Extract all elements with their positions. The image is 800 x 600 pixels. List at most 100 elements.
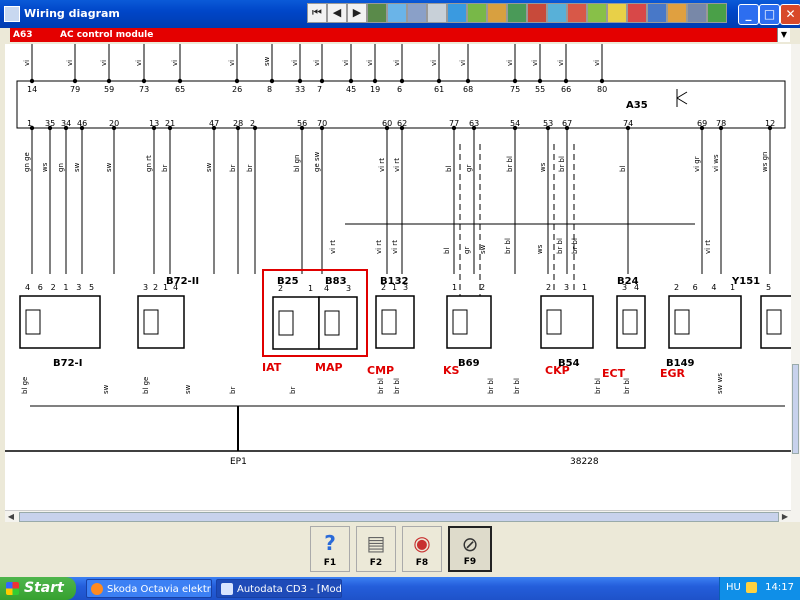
car-icon[interactable] xyxy=(387,3,407,23)
taskbar-item-label: Autodata CD3 - [Mod... xyxy=(237,584,342,595)
component-pin-number: 6 xyxy=(693,283,698,292)
first-page-button[interactable]: ⏮ xyxy=(307,3,327,23)
exit-icon[interactable] xyxy=(687,3,707,23)
component-id: B132 xyxy=(380,276,409,287)
scroll-thumb[interactable] xyxy=(19,512,779,522)
bottom-wire-color: br xyxy=(246,165,254,172)
top-pin-number: 45 xyxy=(346,85,356,94)
maximize-button[interactable]: □ xyxy=(759,4,780,25)
ground-ref: 38228 xyxy=(570,457,599,467)
component-box-b54 xyxy=(540,295,594,349)
module-selector[interactable]: A63 AC control module ▼ xyxy=(10,28,790,42)
taskbar-item-browser[interactable]: Skoda Octavia elektr... xyxy=(86,579,212,598)
timing-belt-icon[interactable] xyxy=(467,3,487,23)
sensor-label: CKP xyxy=(545,364,570,377)
component-pin-number: 5 xyxy=(766,283,771,292)
next-page-button[interactable]: ▶ xyxy=(347,3,367,23)
window-titlebar[interactable]: Wiring diagram ⏮ ◀ ▶ _ □ ✕ xyxy=(0,0,800,28)
bottom-wire-color: br xyxy=(161,165,169,172)
magnify-icon: ◉ xyxy=(413,531,431,555)
top-pin-dot xyxy=(599,78,605,84)
top-pin-number: 7 xyxy=(317,85,322,94)
top-wire-color: vi xyxy=(593,60,601,66)
lower-wire-color: br bl xyxy=(594,378,602,394)
component-pin-number: 2 xyxy=(153,283,158,292)
aircon-icon[interactable] xyxy=(547,3,567,23)
language-indicator[interactable]: HU xyxy=(726,582,741,593)
f9-probe-button[interactable]: ⊘ F9 xyxy=(448,526,492,572)
taskbar-item-autodata[interactable]: Autodata CD3 - [Mod... xyxy=(216,579,342,598)
mid-wire-color: gr xyxy=(463,247,471,254)
top-pin-number: 14 xyxy=(27,85,37,94)
mid-wire-color: br bl xyxy=(556,238,564,254)
system-tray: HU 14:17 xyxy=(719,577,800,600)
warning-icon[interactable] xyxy=(607,3,627,23)
component-pin-number: 6 xyxy=(38,283,43,292)
f2-label: F2 xyxy=(369,558,383,568)
chevron-down-icon[interactable]: ▼ xyxy=(777,28,790,42)
f1-help-button[interactable]: ? F1 xyxy=(310,526,350,572)
top-pin-number: 65 xyxy=(175,85,185,94)
app-icon xyxy=(4,6,20,22)
printer-icon: ▤ xyxy=(366,531,386,555)
start-button[interactable]: Start xyxy=(0,577,76,600)
clock: 14:17 xyxy=(765,582,794,593)
document-icon[interactable] xyxy=(367,3,387,23)
vertical-scrollbar[interactable] xyxy=(791,44,800,522)
f1-label: F1 xyxy=(323,558,337,568)
top-wire-color: vi xyxy=(66,60,74,66)
minimize-button[interactable]: _ xyxy=(738,4,759,25)
wiring-diagram-canvas: 14vi79vi59vi73vi65vi26vi8sw33vi7vi45vi19… xyxy=(5,44,791,467)
vehicle-icon[interactable] xyxy=(707,3,727,23)
wrench-icon[interactable] xyxy=(447,3,467,23)
rocket-icon[interactable] xyxy=(667,3,687,23)
battery-icon[interactable] xyxy=(527,3,547,23)
gear-icon[interactable] xyxy=(427,3,447,23)
f2-print-button[interactable]: ▤ F2 xyxy=(356,526,396,572)
engine-icon[interactable] xyxy=(407,3,427,23)
component-pin-number: 2 xyxy=(51,283,56,292)
top-pin-dot xyxy=(29,78,35,84)
bottom-wire-color: gr xyxy=(465,165,473,172)
service-icon[interactable] xyxy=(487,3,507,23)
component-id: B69 xyxy=(458,358,480,369)
bottom-wire-color: br bl xyxy=(558,156,566,172)
top-pin-number: 8 xyxy=(267,85,272,94)
top-pin-number: 73 xyxy=(139,85,149,94)
wiring-diagram[interactable]: 14 vi 79 vi 59 vi 73 vi 65 vi 26 vi 8 sw 33 vi 7 vi 45 vi 19… xyxy=(5,44,791,510)
lower-wire-color: br xyxy=(229,387,237,394)
component-pin-number: 3 xyxy=(564,283,569,292)
function-key-bar: ? F1 ▤ F2 ◉ F8 ⊘ F9 xyxy=(0,522,800,577)
brake-icon[interactable] xyxy=(507,3,527,23)
top-wire-color: vi xyxy=(313,60,321,66)
tyre-icon[interactable] xyxy=(647,3,667,23)
top-pin-dot xyxy=(141,78,147,84)
vertical-scroll-thumb[interactable] xyxy=(792,364,799,454)
sensor-label: EGR xyxy=(660,367,686,380)
top-wire-color: vi xyxy=(506,60,514,66)
diagnostics-icon[interactable] xyxy=(587,3,607,23)
tray-icon[interactable] xyxy=(746,582,757,593)
component-box-b24 xyxy=(616,295,646,349)
mid-wire-color: br bl xyxy=(571,238,579,254)
bottom-wire-color: ws gn xyxy=(761,152,769,172)
bottom-wire-color: vi rt xyxy=(378,158,386,172)
prev-page-button[interactable]: ◀ xyxy=(327,3,347,23)
probe-icon: ⊘ xyxy=(461,532,479,556)
key-icon[interactable] xyxy=(627,3,647,23)
sensor-label: KS xyxy=(443,364,460,377)
top-pin-dot xyxy=(319,78,325,84)
sensor-label: CMP xyxy=(367,364,394,377)
component-box-b72-ii xyxy=(137,295,185,349)
browser-icon xyxy=(91,583,103,595)
taskbar-item-label: Skoda Octavia elektr... xyxy=(107,584,212,595)
f8-zoom-button[interactable]: ◉ F8 xyxy=(402,526,442,572)
component-id: B83 xyxy=(325,276,347,287)
bottom-wire-color: sw xyxy=(205,162,213,172)
close-button[interactable]: ✕ xyxy=(780,4,800,25)
component-pin-number: 3 xyxy=(143,283,148,292)
bottom-wire-color: gn ge xyxy=(23,152,31,172)
top-pin-dot xyxy=(399,78,405,84)
airbag-icon[interactable] xyxy=(567,3,587,23)
lower-wire-color: br bl xyxy=(393,378,401,394)
